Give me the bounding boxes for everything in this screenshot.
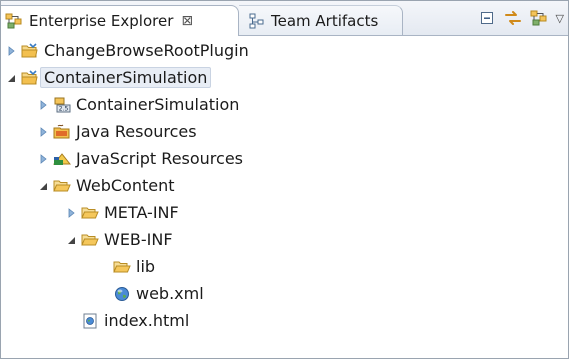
expand-arrow-icon[interactable] [37, 180, 49, 192]
expand-arrow-icon[interactable] [65, 234, 77, 246]
close-icon[interactable]: ⊠ [181, 13, 193, 29]
view-tab-bar: Enterprise Explorer ⊠ Team Artifacts ▽ [1, 1, 568, 36]
tree-item[interactable]: WEB-INF [1, 226, 568, 253]
team-artifacts-icon [249, 13, 265, 29]
tree-item[interactable]: Java Resources [1, 118, 568, 145]
new-icon[interactable] [530, 9, 548, 27]
folder-open-icon [53, 177, 71, 195]
collapse-arrow-icon[interactable] [65, 207, 77, 219]
tree-item-label: ChangeBrowseRootPlugin [44, 41, 249, 60]
tree-item[interactable]: index.html [1, 307, 568, 334]
expand-arrow-icon[interactable] [5, 72, 17, 84]
project-folder-icon [21, 42, 39, 60]
collapse-arrow-icon[interactable] [37, 126, 49, 138]
javascript-resources-icon [53, 150, 71, 168]
tree-item[interactable]: 2.5 ContainerSimulation [1, 91, 568, 118]
html-file-icon [81, 312, 99, 330]
view-toolbar: ▽ [478, 9, 564, 27]
tab-enterprise-explorer[interactable]: Enterprise Explorer ⊠ [1, 5, 239, 36]
tree-item-label: ContainerSimulation [40, 67, 212, 88]
tree-item[interactable]: META-INF [1, 199, 568, 226]
tree-item-label: WebContent [76, 176, 175, 195]
svg-text:2.5: 2.5 [59, 105, 69, 112]
folder-open-icon [81, 204, 99, 222]
collapse-all-icon[interactable] [478, 9, 496, 27]
collapse-arrow-icon[interactable] [37, 99, 49, 111]
tree-item-label: Java Resources [76, 122, 197, 141]
tab-label: Enterprise Explorer [29, 12, 174, 30]
link-with-editor-icon[interactable] [504, 9, 522, 27]
tree-item-label: lib [136, 257, 156, 276]
tab-team-artifacts[interactable]: Team Artifacts [239, 5, 403, 35]
tree-item-label: ContainerSimulation [76, 95, 240, 114]
enterprise-explorer-icon [5, 13, 23, 29]
java-resources-icon [53, 123, 71, 141]
tree-item-label: WEB-INF [104, 230, 173, 249]
tree-item-label: JavaScript Resources [76, 149, 243, 168]
collapse-arrow-icon[interactable] [37, 153, 49, 165]
tree-item-label: index.html [104, 311, 190, 330]
tree-item[interactable]: ContainerSimulation [1, 64, 568, 91]
tree-item[interactable]: WebContent [1, 172, 568, 199]
project-tree: ChangeBrowseRootPlugin ContainerSimulati… [1, 37, 568, 334]
view-menu-icon[interactable]: ▽ [556, 12, 564, 25]
folder-open-icon [81, 231, 99, 249]
project-folder-icon [21, 69, 39, 87]
tree-item[interactable]: JavaScript Resources [1, 145, 568, 172]
tab-label: Team Artifacts [271, 11, 379, 30]
enterprise-explorer-view: Enterprise Explorer ⊠ Team Artifacts ▽ C… [0, 0, 569, 359]
tree-item[interactable]: lib [1, 253, 568, 280]
deployment-descriptor-icon: 2.5 [53, 96, 71, 114]
tree-item-label: META-INF [104, 203, 179, 222]
folder-open-icon [113, 258, 131, 276]
collapse-arrow-icon[interactable] [5, 45, 17, 57]
tree-item[interactable]: web.xml [1, 280, 568, 307]
tree-item[interactable]: ChangeBrowseRootPlugin [1, 37, 568, 64]
globe-file-icon [113, 285, 131, 303]
tree-item-label: web.xml [136, 284, 204, 303]
